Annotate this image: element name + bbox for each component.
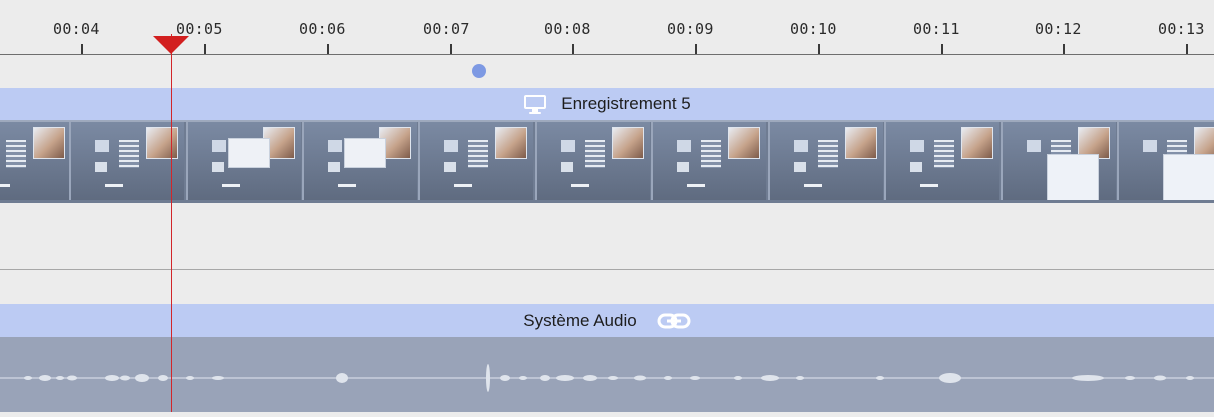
video-thumbnail [1001, 122, 1116, 200]
ruler-tick-label: 00:10 [790, 20, 837, 38]
timeline-marker[interactable] [472, 64, 486, 78]
ruler-tick-label: 00:08 [544, 20, 591, 38]
audio-waveform[interactable] [0, 337, 1214, 412]
audio-clip-title: Système Audio [523, 310, 637, 330]
empty-track[interactable] [0, 203, 1214, 270]
audio-clip[interactable]: Système Audio [0, 304, 1214, 412]
ruler-tick-mark [1186, 44, 1188, 54]
marker-track[interactable] [0, 55, 1214, 88]
ruler-tick-mark [818, 44, 820, 54]
video-thumbnail [535, 122, 650, 200]
playhead-line[interactable] [171, 34, 172, 412]
waveform-graphic [0, 364, 1214, 392]
ruler-tick-label: 00:13 [1158, 20, 1205, 38]
video-clip-header[interactable]: Enregistrement 5 [0, 88, 1214, 120]
video-thumbnail [418, 122, 533, 200]
ruler-tick-label: 00:09 [667, 20, 714, 38]
ruler-tick-mark [572, 44, 574, 54]
ruler-tick-mark [1063, 44, 1065, 54]
video-thumbnail [884, 122, 999, 200]
ruler-tick-mark [327, 44, 329, 54]
ruler-tick-mark [450, 44, 452, 54]
ruler-tick-label: 00:04 [53, 20, 100, 38]
audio-clip-header[interactable]: Système Audio [0, 304, 1214, 337]
ruler-tick-mark [204, 44, 206, 54]
video-thumbnail [0, 122, 71, 200]
video-thumbnail [651, 122, 766, 200]
video-thumbnail [69, 122, 184, 200]
video-thumbnail [302, 122, 417, 200]
video-clip-title: Enregistrement 5 [561, 94, 691, 113]
video-clip[interactable]: Enregistrement 5 [0, 88, 1214, 206]
video-thumbnail [768, 122, 883, 200]
ruler-tick-mark [695, 44, 697, 54]
ruler-tick-label: 00:07 [423, 20, 470, 38]
ruler-tick-mark [81, 44, 83, 54]
video-thumbnail [1117, 122, 1214, 200]
ruler-tick-label: 00:06 [299, 20, 346, 38]
playhead-handle[interactable] [153, 36, 189, 54]
link-icon[interactable] [657, 313, 691, 329]
video-filmstrip[interactable] [0, 120, 1214, 206]
ruler-tick-mark [941, 44, 943, 54]
video-thumbnail [186, 122, 301, 200]
track-gap[interactable] [0, 270, 1214, 304]
ruler-tick-label: 00:12 [1035, 20, 1082, 38]
display-icon [523, 94, 547, 114]
ruler-tick-label: 00:11 [913, 20, 960, 38]
